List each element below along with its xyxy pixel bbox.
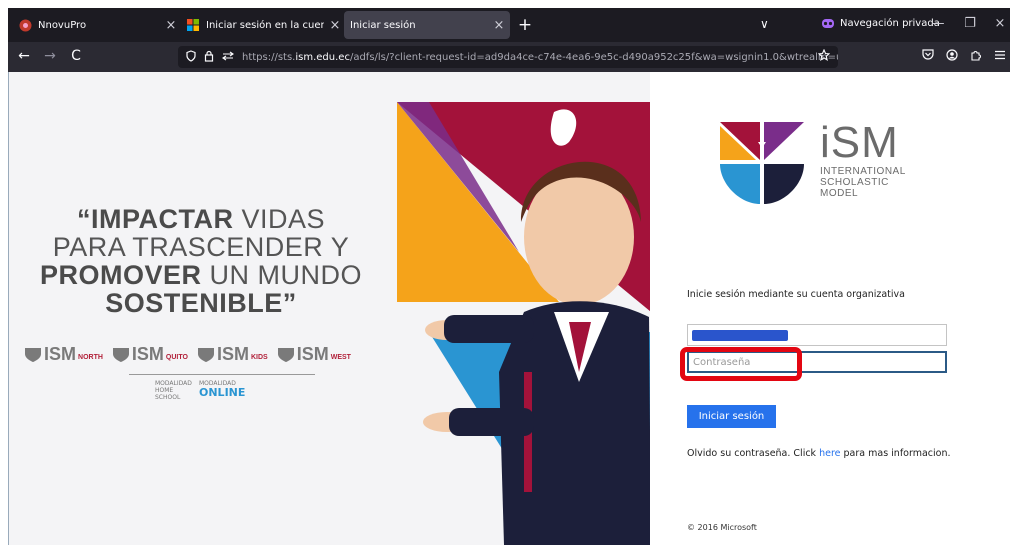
- shield-icon[interactable]: [186, 49, 196, 65]
- ism-shield-icon: [277, 347, 294, 362]
- tab-iniciar-sesion[interactable]: Iniciar sesión ×: [344, 11, 510, 39]
- tab-sign-in-account[interactable]: Iniciar sesión en la cuenta ×: [180, 11, 346, 39]
- url-text: https://sts.ism.edu.ec/adfs/ls/?client-r…: [242, 51, 838, 63]
- private-mask-icon: [822, 19, 834, 28]
- forgot-password-text: Olvido su contraseña. Click here para ma…: [687, 448, 951, 459]
- login-panel: iSM INTERNATIONAL SCHOLASTIC MODEL Inici…: [650, 72, 1010, 545]
- home-school-badge: MODALIDAD HOME SCHOOL: [155, 380, 192, 401]
- copyright: © 2016 Microsoft: [687, 523, 757, 532]
- divider: [129, 374, 315, 375]
- menu-icon[interactable]: [990, 49, 1010, 63]
- list-tabs-icon[interactable]: ∨: [760, 17, 769, 31]
- navigation-bar: ← → C https://sts.ism.edu.ec/adfs/ls/?cl…: [8, 42, 1010, 72]
- page-content: “IMPACTAR VIDAS PARA TRASCENDER Y PROMOV…: [8, 72, 1010, 545]
- ism-logo-icon: [720, 122, 804, 204]
- ism-shield-icon: [25, 347, 41, 362]
- star-icon[interactable]: [817, 48, 831, 64]
- url-bar[interactable]: https://sts.ism.edu.ec/adfs/ls/?client-r…: [178, 46, 838, 68]
- tab-label: NnovuPro: [38, 19, 87, 31]
- ism-shield-icon: [112, 347, 129, 362]
- restore-button[interactable]: ❐: [958, 16, 982, 31]
- brand-ism-quito: ISM QUITO: [112, 344, 188, 365]
- microsoft-favicon-icon: [186, 18, 200, 32]
- brand-ism-west: ISM WEST: [277, 344, 351, 365]
- pocket-icon[interactable]: [918, 49, 938, 63]
- brand-ism-kids: ISM KIDS: [197, 344, 268, 365]
- username-field[interactable]: [687, 324, 947, 346]
- back-button[interactable]: ←: [14, 48, 34, 64]
- tab-nnovupro[interactable]: NnovuPro ×: [12, 11, 182, 39]
- signin-prompt: Inicie sesión mediante su cuenta organiz…: [687, 289, 905, 300]
- highlight-annotation: [680, 347, 802, 381]
- permissions-icon[interactable]: [222, 51, 234, 64]
- new-tab-button[interactable]: +: [514, 15, 536, 35]
- minimize-button[interactable]: —: [926, 16, 950, 31]
- nnovupro-favicon-icon: [18, 18, 32, 32]
- slogan: “IMPACTAR VIDAS PARA TRASCENDER Y PROMOV…: [39, 204, 363, 318]
- campus-brands: ISM NORTH ISM QUITO ISM KIDS ISM WEST: [25, 344, 351, 365]
- private-browsing-indicator: Navegación privada: [822, 18, 940, 29]
- forgot-password-link[interactable]: here: [819, 448, 840, 459]
- brand-ism-north: ISM NORTH: [25, 344, 103, 365]
- private-label: Navegación privada: [840, 18, 940, 29]
- account-icon[interactable]: [942, 49, 962, 64]
- tab-close-icon[interactable]: ×: [488, 18, 510, 33]
- signin-button[interactable]: Iniciar sesión: [687, 405, 776, 428]
- tab-close-icon[interactable]: ×: [324, 18, 346, 33]
- tab-close-icon[interactable]: ×: [160, 18, 182, 33]
- extensions-icon[interactable]: [966, 49, 986, 64]
- ism-shield-icon: [197, 347, 214, 362]
- tab-bar: NnovuPro × Iniciar sesión en la cuenta ×…: [8, 8, 1010, 42]
- reload-button[interactable]: C: [66, 48, 86, 64]
- lock-icon[interactable]: [204, 50, 214, 65]
- forward-button[interactable]: →: [40, 48, 60, 64]
- redacted-username: [692, 330, 788, 341]
- online-badge: MODALIDAD ONLINE: [199, 380, 246, 399]
- tab-label: Iniciar sesión en la cuenta: [206, 19, 324, 31]
- promo-banner: “IMPACTAR VIDAS PARA TRASCENDER Y PROMOV…: [8, 72, 650, 545]
- ism-logo-text: iSM INTERNATIONAL SCHOLASTIC MODEL: [820, 118, 906, 200]
- screen: NnovuPro × Iniciar sesión en la cuenta ×…: [0, 0, 1010, 545]
- tab-label: Iniciar sesión: [350, 19, 416, 31]
- close-window-button[interactable]: ×: [988, 16, 1010, 31]
